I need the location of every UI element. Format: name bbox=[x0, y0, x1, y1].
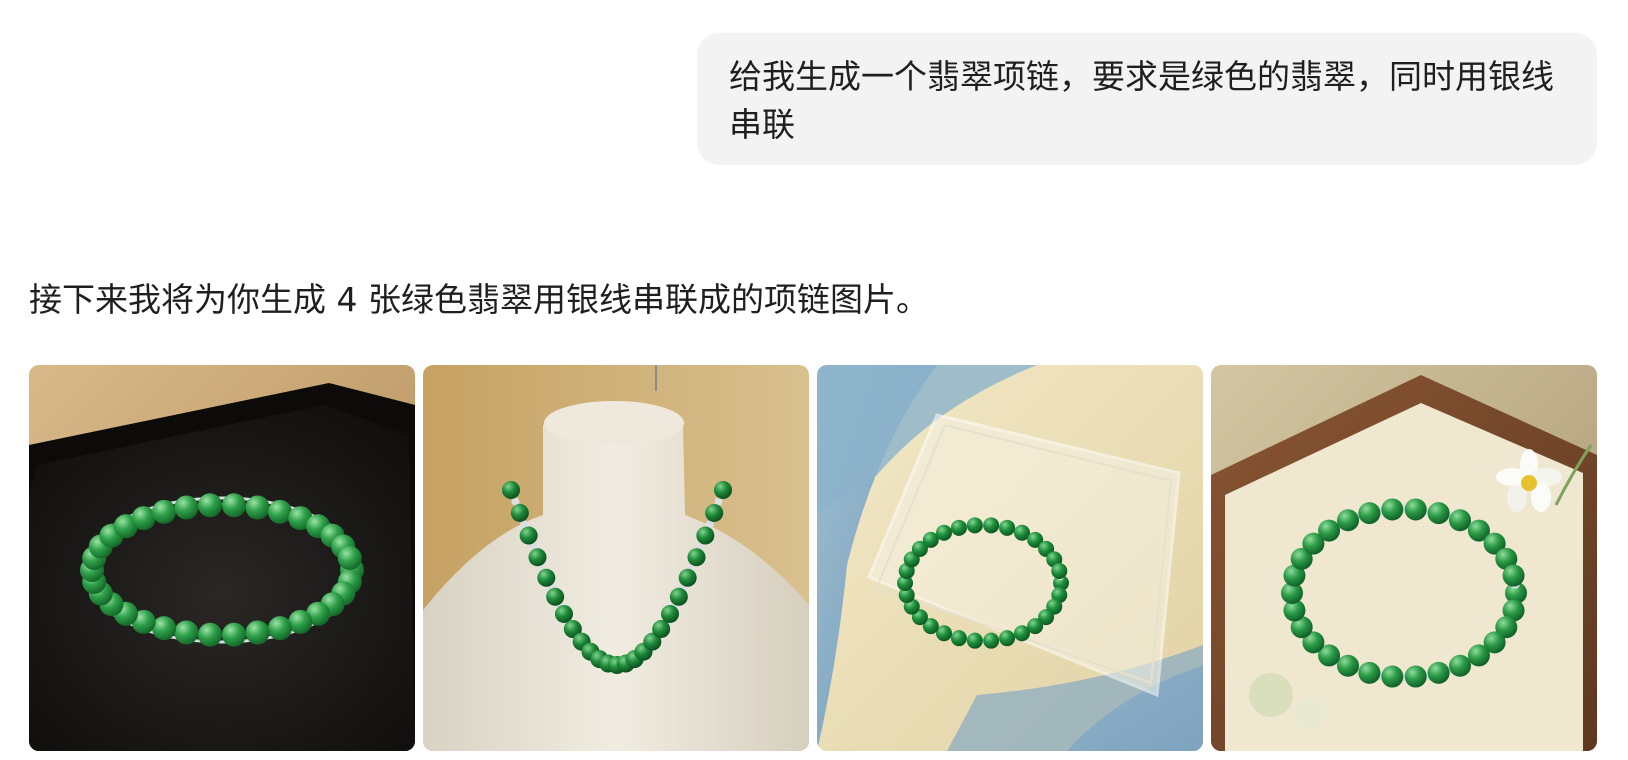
jade-bracelet-velvet-image bbox=[29, 365, 415, 751]
user-message-text: 给我生成一个翡翠项链，要求是绿色的翡翠，同时用银线串联 bbox=[729, 57, 1554, 144]
generated-image-2[interactable] bbox=[423, 365, 809, 751]
generated-image-3[interactable] bbox=[817, 365, 1203, 751]
user-message-bubble: 给我生成一个翡翠项链，要求是绿色的翡翠，同时用银线串联 bbox=[697, 33, 1597, 165]
jade-bracelet-acrylic-image bbox=[817, 365, 1203, 751]
generated-image-1[interactable] bbox=[29, 365, 415, 751]
generated-image-gallery bbox=[29, 365, 1597, 751]
jade-bracelet-wood-tray-image bbox=[1211, 365, 1597, 751]
jade-necklace-bust-image bbox=[423, 365, 809, 751]
generated-image-4[interactable] bbox=[1211, 365, 1597, 751]
assistant-message-text: 接下来我将为你生成 4 张绿色翡翠用银线串联成的项链图片。 bbox=[29, 280, 929, 319]
